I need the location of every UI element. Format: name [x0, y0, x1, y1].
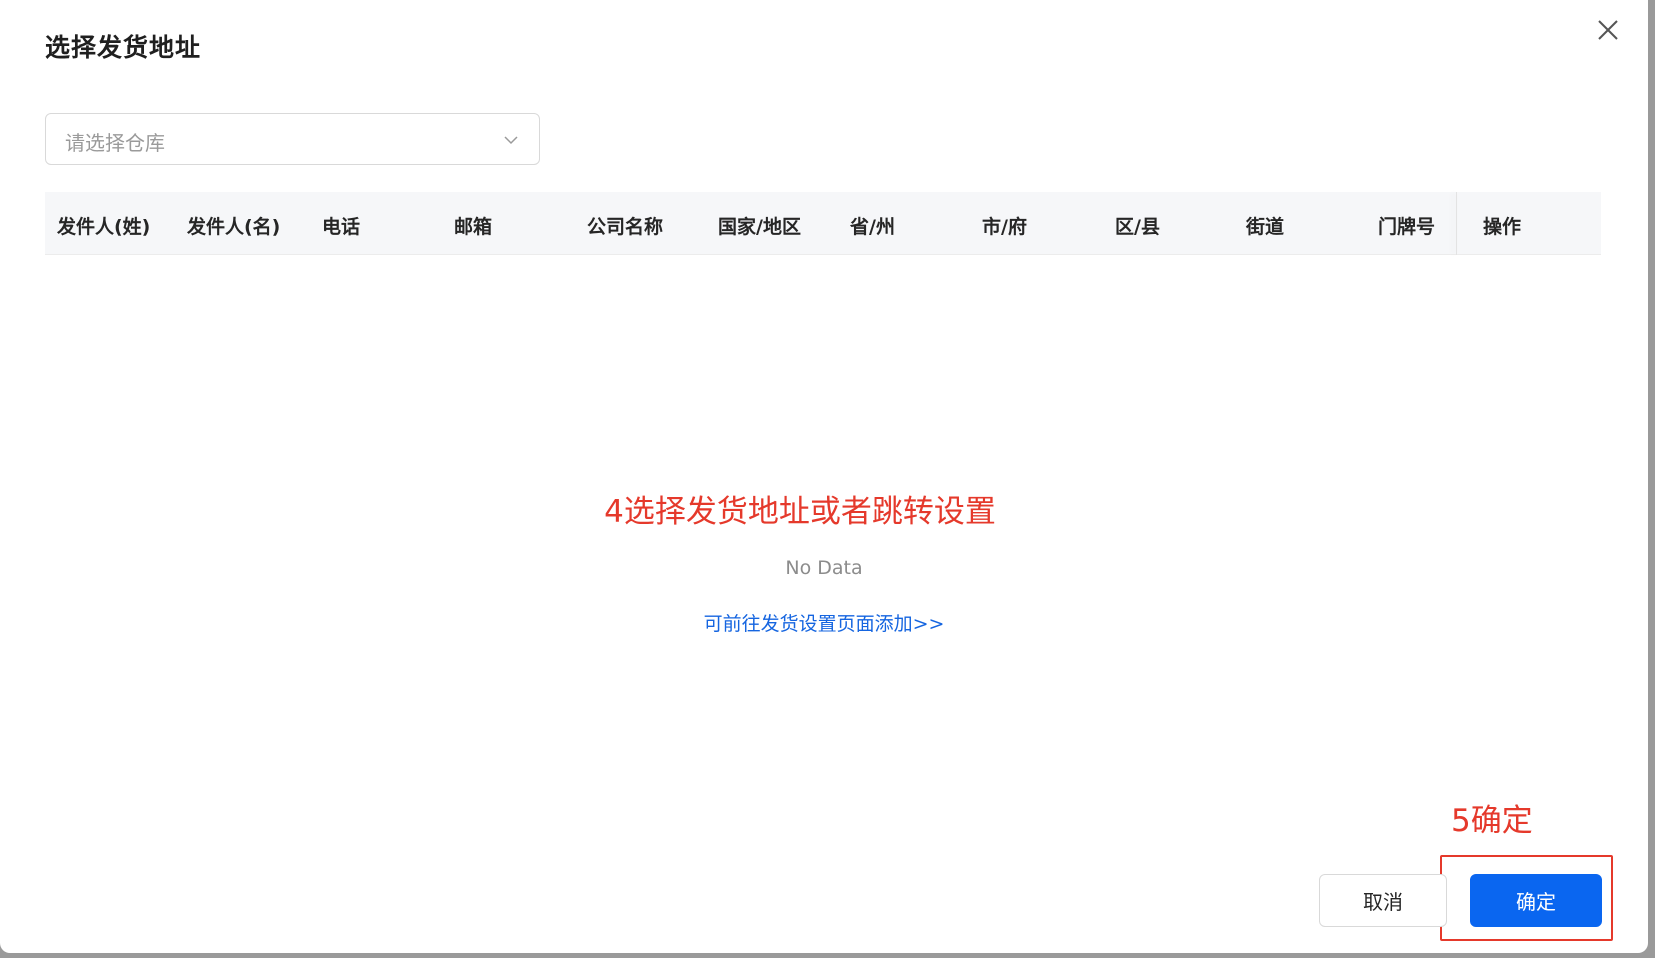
- confirm-button[interactable]: 确定: [1470, 874, 1602, 927]
- chevron-down-icon: [504, 136, 518, 145]
- address-table-header: 发件人(姓) 发件人(名) 电话 邮箱 公司名称 国家/地区 省/州 市/府 区…: [45, 192, 1601, 255]
- fixed-column-divider: [1456, 192, 1457, 255]
- cancel-button[interactable]: 取消: [1319, 874, 1447, 927]
- warehouse-select-placeholder: 请选择仓库: [65, 131, 165, 155]
- column-header: 发件人(名): [187, 216, 281, 238]
- column-header: 街道: [1246, 216, 1285, 238]
- select-address-modal: 选择发货地址 请选择仓库 发件人(姓) 发件人(名) 电话 邮箱 公司名称 国家…: [0, 0, 1648, 953]
- column-header-actions: 操作: [1483, 216, 1522, 238]
- column-header: 电话: [322, 216, 361, 238]
- column-header: 公司名称: [587, 216, 664, 238]
- column-header: 省/州: [850, 216, 895, 238]
- column-header: 国家/地区: [718, 216, 801, 238]
- close-icon: [1598, 20, 1618, 40]
- shipping-settings-link[interactable]: 可前往发货设置页面添加>>: [0, 609, 1648, 636]
- warehouse-select[interactable]: 请选择仓库: [45, 113, 540, 165]
- column-header: 发件人(姓): [57, 216, 151, 238]
- step-annotation-5: 5确定: [1451, 803, 1533, 839]
- modal-title: 选择发货地址: [45, 33, 202, 62]
- close-button[interactable]: [1593, 15, 1623, 45]
- column-header: 市/府: [982, 216, 1027, 238]
- empty-state-text: No Data: [785, 557, 863, 579]
- step-annotation-4: 4选择发货地址或者跳转设置: [0, 486, 1600, 531]
- column-header: 邮箱: [454, 216, 493, 238]
- step-annotation-4-text: 4选择发货地址或者跳转设置: [604, 494, 996, 530]
- column-header: 门牌号: [1378, 216, 1436, 238]
- column-header: 区/县: [1115, 216, 1160, 238]
